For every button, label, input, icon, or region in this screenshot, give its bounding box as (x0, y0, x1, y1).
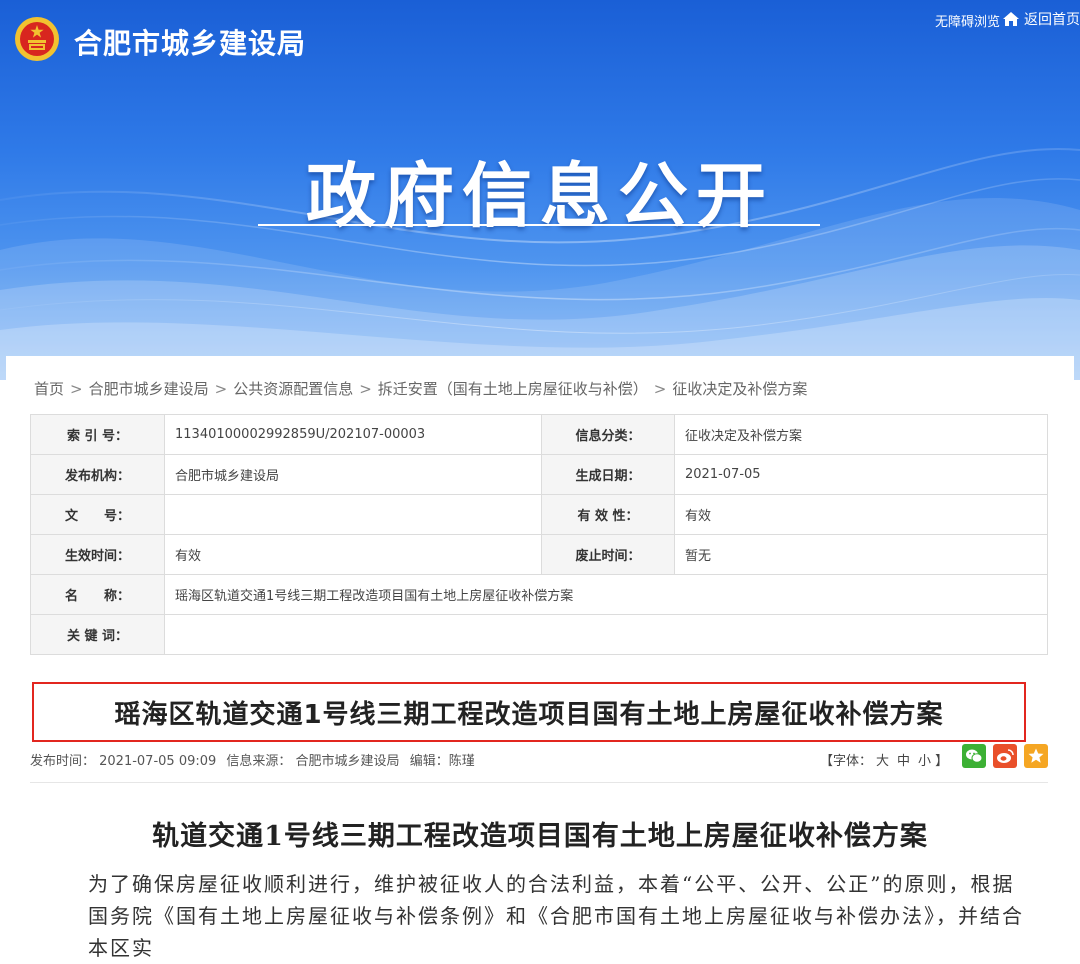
table-row: 生效时间： 有效 废止时间： 暂无 (30, 534, 1048, 575)
table-row: 发布机构： 合肥市城乡建设局 生成日期： 2021-07-05 (30, 454, 1048, 495)
publisher-label: 发布机构： (30, 454, 165, 495)
name-value: 瑶海区轨道交通1号线三期工程改造项目国有土地上房屋征收补偿方案 (164, 574, 1048, 615)
article-divider (30, 782, 1048, 783)
editor: 编辑：陈瑾 (409, 754, 475, 769)
share-favorite-button[interactable] (1024, 744, 1048, 768)
share-weibo-button[interactable] (993, 744, 1017, 768)
breadcrumb-separator: > (214, 380, 228, 398)
doc-no-value (164, 494, 542, 535)
validity-label: 有 效 性： (541, 494, 675, 535)
site-name[interactable]: 合肥市城乡建设局 (74, 22, 306, 62)
table-row: 索 引 号： 11340100002992859U/202107-00003 信… (30, 414, 1048, 455)
category-label: 信息分类： (541, 414, 675, 455)
wechat-icon (966, 749, 983, 763)
breadcrumb-separator: > (359, 380, 372, 398)
category-value: 征收决定及补偿方案 (674, 414, 1048, 455)
home-link[interactable]: 返回首页 (1002, 9, 1080, 29)
share-wechat-button[interactable] (962, 744, 986, 768)
name-label: 名 称： (30, 574, 165, 615)
keywords-label: 关 键 词： (30, 614, 165, 655)
abolish-label: 废止时间： (541, 534, 675, 575)
document-body: 为了确保房屋征收顺利进行，维护被征收人的合法利益，本着“公平、公开、公正”的原则… (88, 872, 1024, 960)
article-title-box: 瑶海区轨道交通1号线三期工程改造项目国有土地上房屋征收补偿方案 (32, 682, 1026, 742)
breadcrumb-current[interactable]: 征收决定及补偿方案 (672, 380, 807, 398)
top-bar: 合肥市城乡建设局 无障碍浏览 返回首页 (0, 0, 1080, 78)
abolish-value: 暂无 (674, 534, 1048, 575)
font-size-switcher: 【字体：大中小】 (820, 750, 948, 769)
created-label: 生成日期： (541, 454, 675, 495)
article-info-bar: 发布时间： 2021-07-05 09:09 信息来源： 合肥市城乡建设局 编辑… (30, 750, 481, 769)
publish-time: 发布时间： 2021-07-05 09:09 (30, 754, 217, 769)
breadcrumb-separator: > (70, 380, 83, 398)
doc-no-label: 文 号： (30, 494, 165, 535)
home-icon (1003, 12, 1019, 26)
font-size-label-open: 【字体： (820, 754, 873, 769)
index-no-label: 索 引 号： (30, 414, 165, 455)
home-link-label: 返回首页 (1024, 12, 1080, 28)
main-content: 首页 > 合肥市城乡建设局 > 公共资源配置信息 > 拆迁安置（国有土地上房屋征收与补偿） >… (6, 356, 1074, 960)
header-banner: 合肥市城乡建设局 无障碍浏览 返回首页 政府信息公开 (0, 0, 1080, 380)
breadcrumb-bureau[interactable]: 合肥市城乡建设局 (89, 380, 209, 398)
effective-value: 有效 (164, 534, 542, 575)
font-medium-button[interactable]: 中 (897, 754, 910, 769)
validity-value: 有效 (674, 494, 1048, 535)
font-large-button[interactable]: 大 (876, 754, 889, 769)
effective-label: 生效时间： (30, 534, 165, 575)
document-title: 轨道交通1号线三期工程改造项目国有土地上房屋征收补偿方案 (152, 821, 928, 852)
breadcrumb-separator: > (653, 380, 667, 398)
info-source: 信息来源： 合肥市城乡建设局 (226, 754, 400, 769)
font-small-button[interactable]: 小 (918, 754, 931, 769)
publisher-value: 合肥市城乡建设局 (164, 454, 542, 495)
favorite-icon (1028, 748, 1044, 763)
table-row: 文 号： 有 效 性： 有效 (30, 494, 1048, 535)
font-size-label-close: 】 (935, 754, 949, 769)
created-value: 2021-07-05 (674, 454, 1048, 495)
article-title: 瑶海区轨道交通1号线三期工程改造项目国有土地上房屋征收补偿方案 (114, 699, 944, 730)
keywords-value (164, 614, 1048, 655)
breadcrumb-relocation[interactable]: 拆迁安置（国有土地上房屋征收与补偿） (378, 380, 648, 398)
breadcrumb-home[interactable]: 首页 (34, 380, 64, 398)
banner-underline (258, 224, 820, 226)
table-row: 关 键 词： (30, 614, 1048, 655)
national-emblem-logo (15, 17, 59, 61)
index-no-value: 11340100002992859U/202107-00003 (164, 414, 542, 455)
info-metadata-table: 索 引 号： 11340100002992859U/202107-00003 信… (30, 414, 1048, 655)
table-row: 名 称： 瑶海区轨道交通1号线三期工程改造项目国有土地上房屋征收补偿方案 (30, 574, 1048, 615)
breadcrumb-public-resources[interactable]: 公共资源配置信息 (233, 380, 353, 398)
weibo-icon (997, 749, 1014, 763)
accessibility-link[interactable]: 无障碍浏览 (935, 11, 1000, 30)
breadcrumb: 首页 > 合肥市城乡建设局 > 公共资源配置信息 > 拆迁安置（国有土地上房屋征收与补偿） >… (34, 378, 807, 399)
